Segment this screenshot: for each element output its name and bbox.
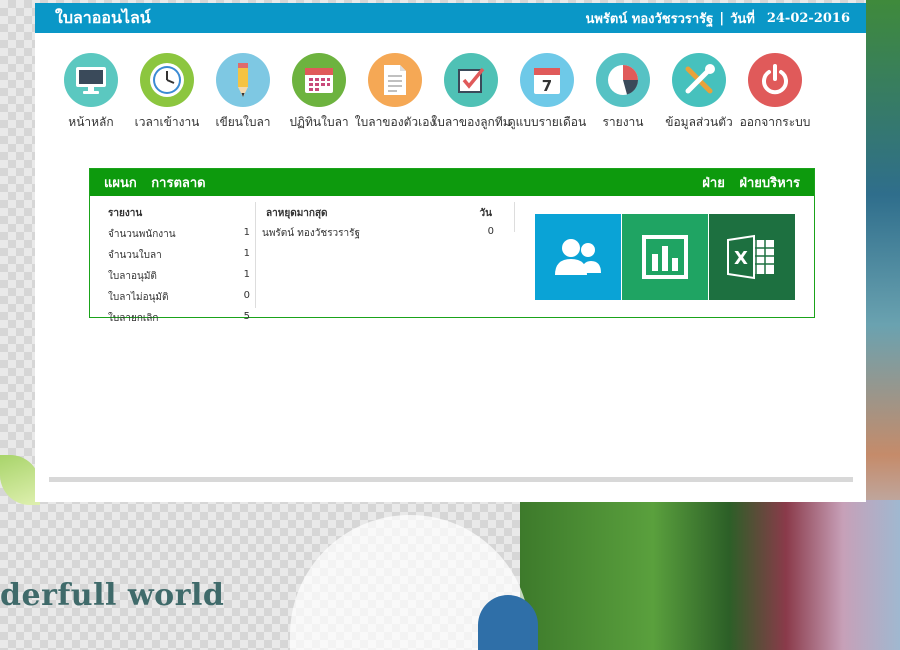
division-name: ฝ่ายบริหาร — [739, 176, 800, 191]
top-bar: ใบลาออนไลน์ นพรัตน์ ทองวัชรวรารัฐ | วันท… — [35, 3, 866, 33]
clock-icon — [140, 53, 194, 107]
date-label: วันที่ — [730, 11, 755, 27]
separator: | — [719, 10, 725, 26]
bottom-divider — [49, 477, 853, 482]
pie-chart-icon — [596, 53, 650, 107]
menu-item-logout[interactable]: ออกจากระบบ — [737, 53, 813, 132]
app-window: ใบลาออนไลน์ นพรัตน์ ทองวัชรวรารัฐ | วันท… — [35, 3, 866, 502]
menu-label: ออกจากระบบ — [739, 115, 811, 129]
report-summary: รายงาน จำนวนพนักงาน 1 จำนวนใบลา 1 ใบลาอนุม… — [108, 206, 250, 332]
power-icon — [748, 53, 802, 107]
department-body: รายงาน จำนวนพนักงาน 1 จำนวนใบลา 1 ใบลาอนุม… — [90, 196, 814, 324]
main-menu: หน้าหลัก เวลาเข้างาน เขียนใบลา ปฏิทินใบล… — [53, 53, 813, 132]
menu-item-leave-calendar[interactable]: ปฏิทินใบลา — [281, 53, 357, 132]
tools-icon — [672, 53, 726, 107]
division-label: ฝ่าย — [702, 176, 725, 191]
days-value: 0 — [487, 226, 494, 237]
checkbox-icon — [444, 53, 498, 107]
report-row: ใบลายกเลิก 5 — [108, 311, 250, 326]
employees-tile[interactable] — [535, 214, 621, 300]
menu-item-report[interactable]: รายงาน — [585, 53, 661, 132]
menu-label: เวลาเข้างาน — [134, 115, 200, 129]
svg-text:X: X — [734, 248, 748, 269]
menu-label: ดูแบบรายเดือน — [507, 115, 587, 129]
user-info: นพรัตน์ ทองวัชรวรารัฐ | วันที่ 24-02-201… — [585, 8, 850, 29]
monitor-icon — [64, 53, 118, 107]
background-leaf — [0, 455, 40, 505]
menu-item-write-leave[interactable]: เขียนใบลา — [205, 53, 281, 132]
department-header: แผนก การตลาด ฝ่าย ฝ่ายบริหาร — [90, 169, 814, 196]
report-row: จำนวนพนักงาน 1 — [108, 227, 250, 242]
report-value: 1 — [243, 227, 250, 238]
app-title: ใบลาออนไลน์ — [55, 7, 151, 27]
svg-text:7: 7 — [542, 77, 552, 95]
most-leave-table: ลาหยุดมากสุด วัน นพรัตน์ ทองวัชรวรารัฐ 0 — [260, 206, 498, 241]
excel-icon: X — [727, 234, 774, 280]
menu-label: หน้าหลัก — [68, 115, 114, 129]
employee-name: นพรัตน์ ทองวัชรวรารัฐ — [262, 228, 361, 239]
calendar-grid-icon — [292, 53, 346, 107]
menu-label: ปฏิทินใบลา — [289, 115, 349, 129]
report-value: 1 — [243, 269, 250, 280]
menu-label: ใบลาของลูกทีม — [431, 115, 511, 129]
report-label: จำนวนใบลา — [108, 250, 162, 261]
menu-item-team-leave[interactable]: ใบลาของลูกทีม — [431, 53, 511, 132]
most-leave-row: นพรัตน์ ทองวัชรวรารัฐ 0 — [260, 226, 498, 241]
report-label: จำนวนพนักงาน — [108, 229, 176, 240]
report-row: ใบลาอนุมัติ 1 — [108, 269, 250, 284]
report-row: ใบลาไม่อนุมัติ 0 — [108, 290, 250, 305]
users-icon — [555, 239, 601, 275]
report-value: 5 — [243, 311, 250, 322]
current-date: 24-02-2016 — [766, 10, 850, 26]
export-excel-tile[interactable]: X — [709, 214, 795, 300]
background-tagline: derfull world — [0, 578, 225, 613]
menu-label: ข้อมูลส่วนตัว — [665, 115, 733, 129]
calendar-7-icon: 7 — [520, 53, 574, 107]
department-panel: แผนก การตลาด ฝ่าย ฝ่ายบริหาร รายงาน จำนว… — [89, 168, 815, 324]
background-globe — [478, 595, 538, 650]
bar-chart-icon — [642, 235, 688, 279]
user-name: นพรัตน์ ทองวัชรวรารัฐ — [585, 11, 714, 27]
pencil-icon — [216, 53, 270, 107]
background-art-bottom — [520, 500, 900, 650]
days-label: วัน — [479, 208, 492, 219]
report-title: รายงาน — [108, 208, 143, 219]
document-icon — [368, 53, 422, 107]
report-label: ใบลาอนุมัติ — [108, 271, 157, 282]
most-leave-header: ลาหยุดมากสุด วัน — [260, 206, 498, 221]
department-label: แผนก — [104, 176, 137, 191]
statistics-tile[interactable] — [622, 214, 708, 300]
menu-item-profile[interactable]: ข้อมูลส่วนตัว — [661, 53, 737, 132]
menu-label: รายงาน — [602, 115, 644, 129]
quick-tiles: X — [535, 214, 795, 300]
menu-item-checkin[interactable]: เวลาเข้างาน — [129, 53, 205, 132]
menu-item-home[interactable]: หน้าหลัก — [53, 53, 129, 132]
menu-item-monthly-view[interactable]: 7 ดูแบบรายเดือน — [507, 53, 587, 132]
menu-label: ใบลาของตัวเอง — [354, 115, 436, 129]
report-label: ใบลาไม่อนุมัติ — [108, 292, 169, 303]
report-value: 1 — [243, 248, 250, 259]
report-value: 0 — [243, 290, 250, 301]
column-divider — [514, 202, 515, 232]
department-name: การตลาด — [151, 176, 206, 191]
report-label: ใบลายกเลิก — [108, 313, 159, 324]
report-row: จำนวนใบลา 1 — [108, 248, 250, 263]
most-leave-title: ลาหยุดมากสุด — [266, 208, 328, 219]
column-divider — [255, 202, 256, 308]
menu-item-my-leave[interactable]: ใบลาของตัวเอง — [354, 53, 436, 132]
menu-label: เขียนใบลา — [215, 115, 271, 129]
